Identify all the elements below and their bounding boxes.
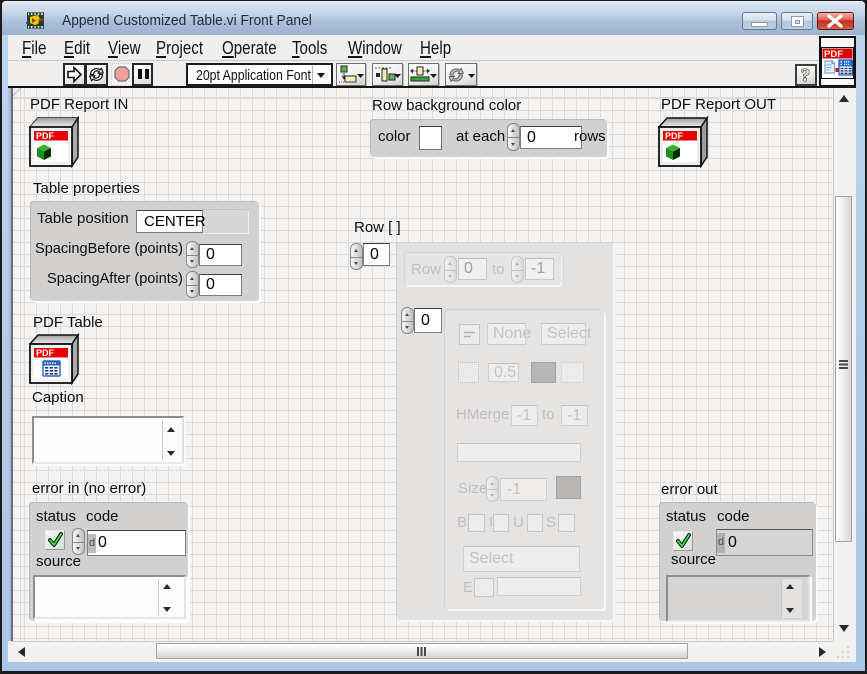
svg-text:PDF: PDF (824, 49, 843, 60)
svg-text:PDF: PDF (36, 131, 55, 141)
svg-text:PDF: PDF (665, 131, 684, 141)
svg-text:PDF: PDF (36, 348, 55, 358)
svg-text:?: ? (801, 66, 810, 84)
